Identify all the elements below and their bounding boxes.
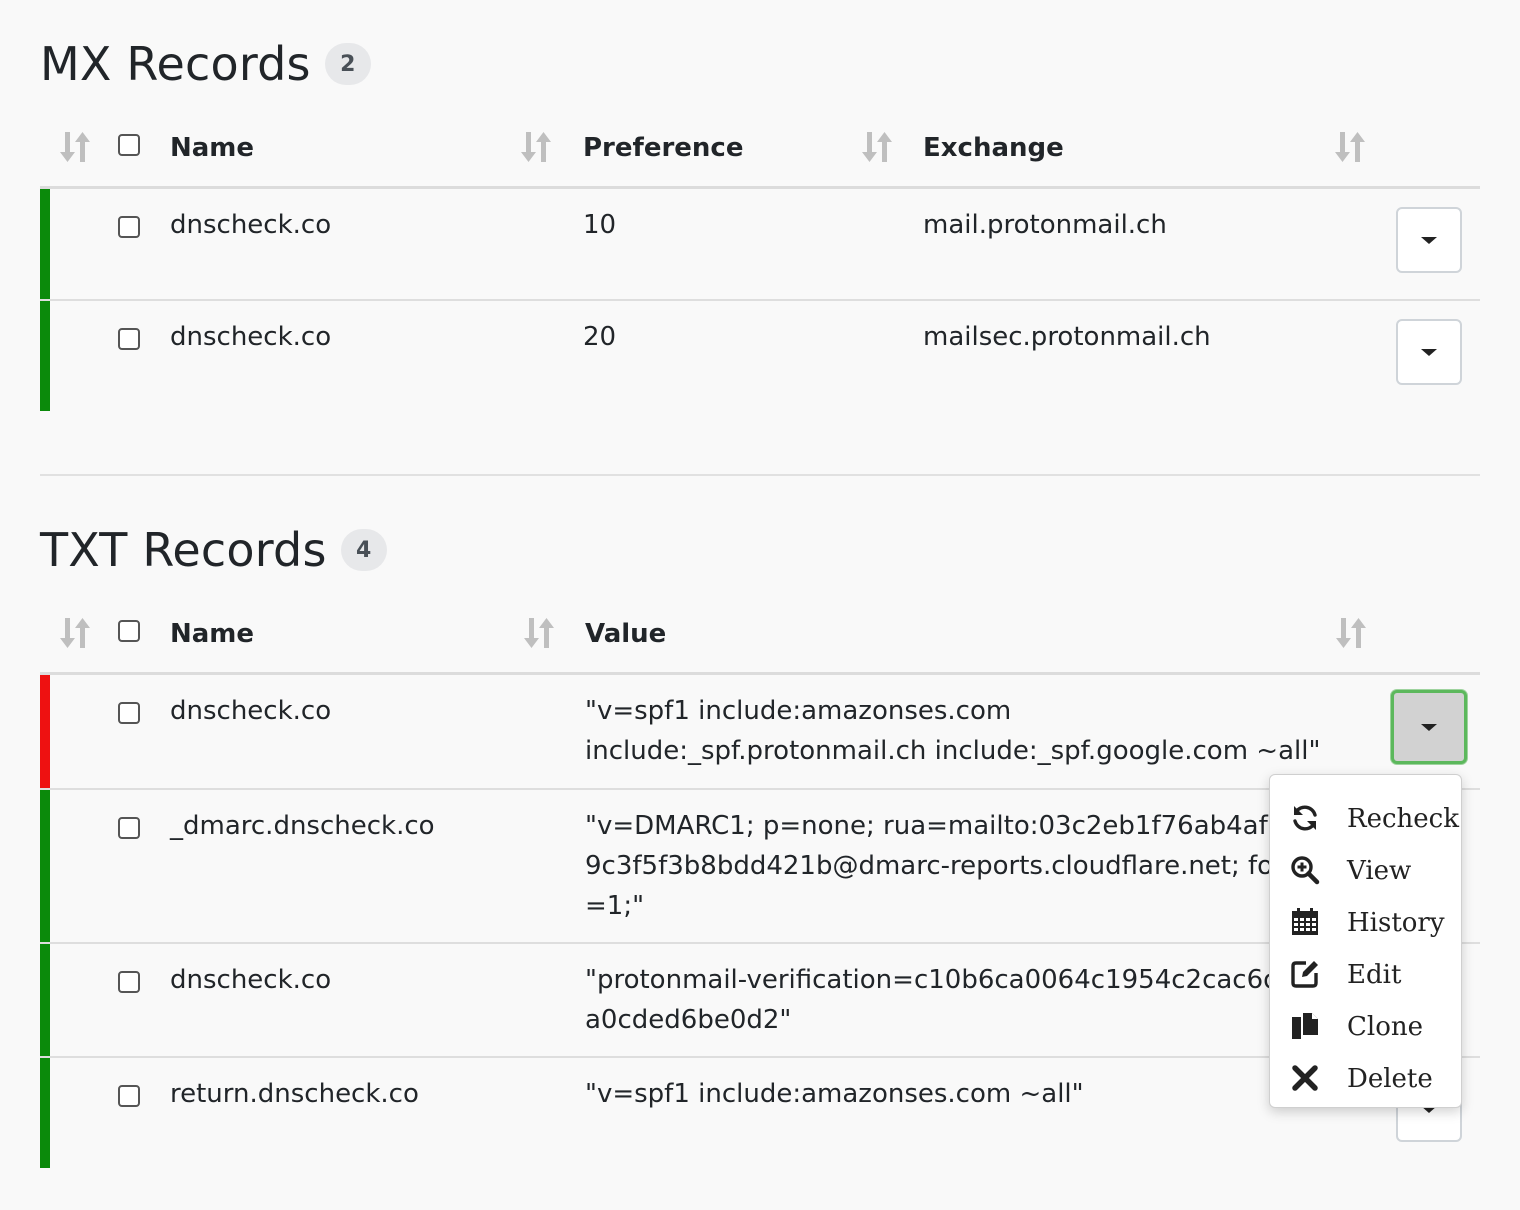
menu-item-label: Recheck: [1347, 804, 1459, 834]
select-all-checkbox[interactable]: [118, 134, 140, 156]
sort-icon[interactable]: [523, 616, 555, 650]
record-name: dnscheck.co: [170, 965, 332, 995]
record-name: _dmarc.dnscheck.co: [170, 811, 435, 841]
caret-down-icon: [1421, 348, 1437, 356]
menu-item-recheck[interactable]: Recheck: [1270, 793, 1461, 845]
mx-section: MX Records 2 Name Preference Exchange dn…: [40, 36, 1480, 416]
status-indicator: [40, 189, 50, 299]
menu-item-label: Clone: [1347, 1012, 1423, 1042]
menu-item-label: Edit: [1347, 960, 1402, 990]
record-exchange: mail.protonmail.ch: [923, 210, 1167, 240]
column-header-preference[interactable]: Preference: [583, 110, 743, 186]
table-row: dnscheck.co "protonmail-verification=c10…: [40, 944, 1480, 1058]
calendar-icon: [1290, 907, 1320, 937]
row-actions-menu: Recheck View History Edit Clone Delete: [1269, 774, 1462, 1108]
column-header-exchange[interactable]: Exchange: [923, 110, 1064, 186]
sort-icon[interactable]: [1334, 130, 1366, 164]
record-exchange: mailsec.protonmail.ch: [923, 322, 1211, 352]
record-name: dnscheck.co: [170, 210, 332, 240]
record-value: "v=DMARC1; p=none; rua=mailto:03c2eb1f76…: [585, 811, 1285, 921]
table-row: _dmarc.dnscheck.co "v=DMARC1; p=none; ru…: [40, 790, 1480, 944]
record-name: return.dnscheck.co: [170, 1079, 419, 1109]
row-checkbox[interactable]: [118, 702, 140, 724]
status-indicator: [40, 944, 50, 1056]
select-all-checkbox[interactable]: [118, 620, 140, 642]
row-actions-button[interactable]: [1396, 319, 1462, 385]
section-divider: [40, 474, 1480, 476]
record-value: "v=spf1 include:amazonses.com ~all": [585, 1079, 1084, 1109]
txt-heading: TXT Records 4: [40, 522, 387, 578]
record-preference: 20: [583, 322, 617, 352]
sort-icon[interactable]: [59, 130, 91, 164]
close-icon: [1290, 1063, 1320, 1093]
refresh-icon: [1290, 803, 1320, 833]
mx-title: MX Records: [40, 37, 311, 91]
menu-item-label: Delete: [1347, 1064, 1433, 1094]
menu-item-history[interactable]: History: [1270, 897, 1461, 949]
edit-icon: [1290, 959, 1320, 989]
status-indicator: [40, 675, 50, 788]
mx-table-header: Name Preference Exchange: [40, 110, 1480, 189]
menu-item-view[interactable]: View: [1270, 845, 1461, 897]
sort-icon[interactable]: [861, 130, 893, 164]
table-row: dnscheck.co "v=spf1 include:amazonses.co…: [40, 675, 1480, 790]
status-indicator: [40, 790, 50, 942]
table-row: return.dnscheck.co "v=spf1 include:amazo…: [40, 1058, 1480, 1168]
row-checkbox[interactable]: [118, 216, 140, 238]
sort-icon[interactable]: [520, 130, 552, 164]
row-checkbox[interactable]: [118, 328, 140, 350]
record-value: "protonmail-verification=c10b6ca0064c195…: [585, 965, 1280, 1035]
table-row: dnscheck.co 20 mailsec.protonmail.ch: [40, 301, 1480, 411]
txt-table-header: Name Value: [40, 596, 1480, 675]
menu-item-label: History: [1347, 908, 1445, 938]
caret-down-icon: [1421, 236, 1437, 244]
column-header-name[interactable]: Name: [170, 596, 254, 672]
menu-item-label: View: [1347, 856, 1412, 886]
row-actions-button[interactable]: [1396, 207, 1462, 273]
row-actions-button[interactable]: [1391, 690, 1467, 764]
mx-count-badge: 2: [324, 43, 371, 85]
column-header-value[interactable]: Value: [585, 596, 666, 672]
record-name: dnscheck.co: [170, 322, 332, 352]
menu-item-edit[interactable]: Edit: [1270, 949, 1461, 1001]
zoom-icon: [1290, 855, 1320, 885]
sort-icon[interactable]: [1335, 616, 1367, 650]
row-checkbox[interactable]: [118, 971, 140, 993]
txt-section: TXT Records 4 Name Value dnscheck.co "v=…: [40, 522, 1480, 1172]
row-checkbox[interactable]: [118, 817, 140, 839]
sort-icon[interactable]: [59, 616, 91, 650]
status-indicator: [40, 1058, 50, 1168]
menu-item-clone[interactable]: Clone: [1270, 1001, 1461, 1053]
copy-icon: [1290, 1011, 1320, 1041]
txt-title: TXT Records: [40, 523, 327, 577]
menu-item-delete[interactable]: Delete: [1270, 1053, 1461, 1105]
txt-count-badge: 4: [340, 529, 387, 571]
record-name: dnscheck.co: [170, 696, 332, 726]
caret-down-icon: [1421, 723, 1437, 731]
record-value: "v=spf1 include:amazonses.com include:_s…: [585, 696, 1321, 766]
mx-heading: MX Records 2: [40, 36, 371, 92]
status-indicator: [40, 301, 50, 411]
row-checkbox[interactable]: [118, 1085, 140, 1107]
column-header-name[interactable]: Name: [170, 110, 254, 186]
table-row: dnscheck.co 10 mail.protonmail.ch: [40, 189, 1480, 301]
record-preference: 10: [583, 210, 617, 240]
